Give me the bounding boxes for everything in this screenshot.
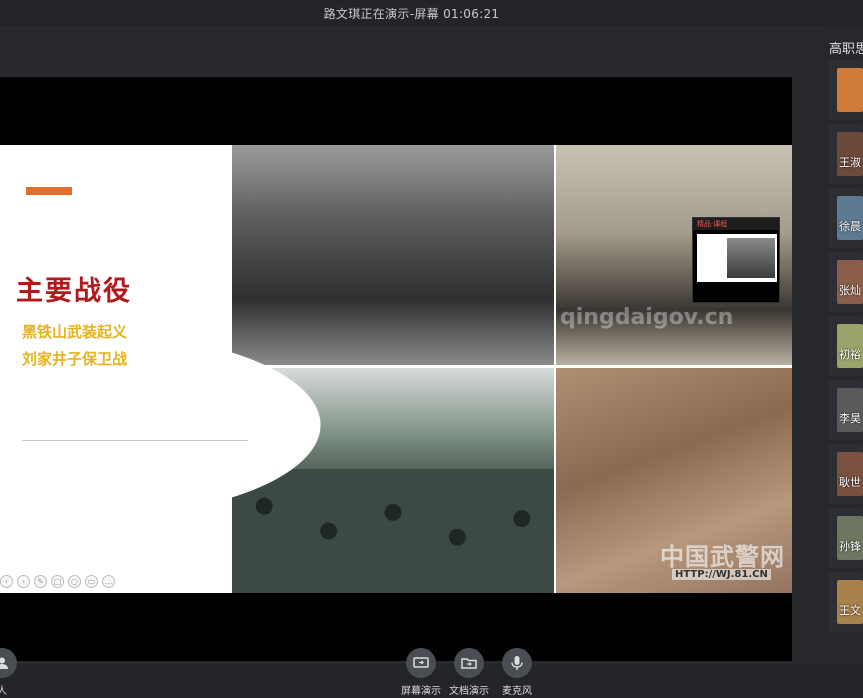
participant-tile[interactable]: 王淑 [829, 124, 863, 184]
thumbnail-photo [727, 238, 775, 278]
meeting-window: 路文琪正在演示-屏幕 01:06:21 主要战役 黑铁山武装起义 刘家井子保卫战 [0, 0, 863, 698]
participants-sidebar: 高职思 王淑徐晨张灿初裕李昊耿世孙锋王文 [817, 26, 863, 664]
presenter-thumbnail[interactable]: 精品·课程 [692, 217, 780, 303]
screen-share-button[interactable]: 屏幕演示 [398, 648, 444, 697]
title-accent-bar [26, 187, 72, 195]
participant-tile[interactable]: 王文 [829, 572, 863, 632]
participant-tile[interactable]: 孙锋 [829, 508, 863, 568]
document-share-label: 文档演示 [449, 686, 489, 697]
user-icon [0, 648, 17, 678]
participant-name: 王文 [839, 604, 861, 617]
thumbnail-slide-preview [697, 234, 777, 282]
photo-watermark-url: HTTP://WJ.81.CN [672, 569, 771, 580]
participant-tile[interactable]: 徐晨 [829, 188, 863, 248]
top-bar: 路文琪正在演示-屏幕 01:06:21 [0, 0, 863, 26]
participants-panel-title: 高职思 [829, 42, 863, 57]
copy-icon[interactable]: □ [51, 575, 64, 588]
slide-controls: ‹ › ✎ □ ○ ▭ … [0, 575, 115, 588]
photo-crowd-rally [232, 368, 554, 593]
participant-name: 王淑 [839, 156, 861, 169]
screen-share-icon [406, 648, 436, 678]
photo-watermark-logo: 中国武警网 [660, 543, 785, 571]
zoom-icon[interactable]: ○ [68, 575, 81, 588]
participants-button[interactable]: 人 [0, 648, 20, 697]
participant-tile[interactable]: 张灿 [829, 252, 863, 312]
participant-avatar [837, 68, 863, 112]
participants-button-label: 人 [0, 686, 7, 697]
presentation-slide: 主要战役 黑铁山武装起义 刘家井子保卫战 qingdaigov.cn 中国武警网… [0, 145, 792, 593]
document-share-icon [454, 648, 484, 678]
participant-name: 孙锋 [839, 540, 861, 553]
screen-icon[interactable]: ▭ [85, 575, 98, 588]
slide-divider [22, 440, 248, 441]
pen-icon[interactable]: ✎ [34, 575, 47, 588]
slide-title: 主要战役 [16, 276, 132, 307]
next-slide-icon[interactable]: › [17, 575, 30, 588]
participant-tile[interactable] [829, 60, 863, 120]
photo-soldiers-lineup [232, 145, 554, 365]
presentation-status: 路文琪正在演示-屏幕 01:06:21 [323, 7, 500, 21]
document-share-button[interactable]: 文档演示 [446, 648, 492, 697]
participant-name: 张灿 [839, 284, 861, 297]
prev-slide-icon[interactable]: ‹ [0, 575, 13, 588]
participant-tile[interactable]: 耿世 [829, 444, 863, 504]
participant-name: 耿世 [839, 476, 861, 489]
slide-item-liujiajingzi: 刘家井子保卫战 [22, 350, 128, 368]
participant-tile[interactable]: 李昊 [829, 380, 863, 440]
microphone-button[interactable]: 麦克风 [494, 648, 540, 697]
thumbnail-header: 精品·课程 [693, 218, 779, 230]
shared-screen[interactable]: 主要战役 黑铁山武装起义 刘家井子保卫战 qingdaigov.cn 中国武警网… [0, 77, 792, 661]
participant-name: 初裕 [839, 348, 861, 361]
participant-tile[interactable]: 初裕 [829, 316, 863, 376]
participant-name: 李昊 [839, 412, 861, 425]
presentation-stage: 主要战役 黑铁山武装起义 刘家井子保卫战 qingdaigov.cn 中国武警网… [0, 26, 817, 664]
microphone-label: 麦克风 [502, 686, 532, 697]
photo-watermark-site: qingdaigov.cn [560, 305, 734, 330]
participant-name: 徐晨 [839, 220, 861, 233]
microphone-icon [502, 648, 532, 678]
slide-item-heitieshan: 黑铁山武装起义 [22, 323, 128, 341]
more-icon[interactable]: … [102, 575, 115, 588]
screen-share-label: 屏幕演示 [401, 686, 441, 697]
